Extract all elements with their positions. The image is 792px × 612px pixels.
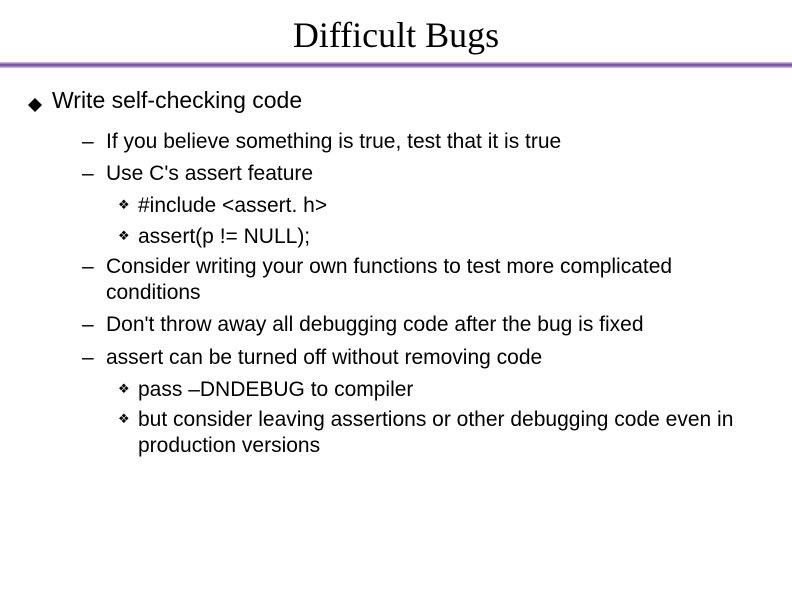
title-divider — [0, 62, 792, 68]
list-item-text: If you believe something is true, test t… — [106, 129, 764, 155]
diamond-filled-icon — [28, 90, 42, 119]
diamond-small-icon: ❖ — [118, 193, 134, 216]
list-item-text: Consider writing your own functions to t… — [106, 254, 764, 307]
slide: Difficult Bugs Write self-checking code … — [0, 0, 792, 612]
subsublist: ❖ pass –DNDEBUG to compiler ❖ but consid… — [82, 377, 764, 460]
diamond-small-icon: ❖ — [118, 224, 134, 247]
list-item-text: assert(p != NULL); — [138, 224, 764, 250]
list-item: ❖ assert(p != NULL); — [118, 224, 764, 250]
list-item-text: but consider leaving assertions or other… — [138, 407, 764, 460]
list-item: – assert can be turned off without remov… — [82, 345, 764, 371]
list-item-text: Use C's assert feature — [106, 161, 764, 187]
bullet-main: Write self-checking code — [28, 86, 764, 119]
slide-title: Difficult Bugs — [0, 0, 792, 62]
dash-icon: – — [82, 129, 100, 155]
dash-icon: – — [82, 312, 100, 338]
diamond-small-icon: ❖ — [118, 377, 134, 400]
subsublist: ❖ #include <assert. h> ❖ assert(p != NUL… — [82, 193, 764, 250]
list-item: – Use C's assert feature — [82, 161, 764, 187]
bullet-main-text: Write self-checking code — [52, 86, 764, 115]
dash-icon: – — [82, 345, 100, 371]
sublist: – If you believe something is true, test… — [28, 129, 764, 460]
diamond-small-icon: ❖ — [118, 407, 134, 430]
slide-body: Write self-checking code – If you believ… — [0, 86, 792, 460]
list-item-text: pass –DNDEBUG to compiler — [138, 377, 764, 403]
list-item: – If you believe something is true, test… — [82, 129, 764, 155]
list-item: ❖ but consider leaving assertions or oth… — [118, 407, 764, 460]
dash-icon: – — [82, 254, 100, 280]
list-item: – Consider writing your own functions to… — [82, 254, 764, 307]
list-item-text: Don't throw away all debugging code afte… — [106, 312, 764, 338]
dash-icon: – — [82, 161, 100, 187]
list-item-text: assert can be turned off without removin… — [106, 345, 764, 371]
list-item: – Don't throw away all debugging code af… — [82, 312, 764, 338]
list-item-text: #include <assert. h> — [138, 193, 764, 219]
list-item: ❖ pass –DNDEBUG to compiler — [118, 377, 764, 403]
list-item: ❖ #include <assert. h> — [118, 193, 764, 219]
